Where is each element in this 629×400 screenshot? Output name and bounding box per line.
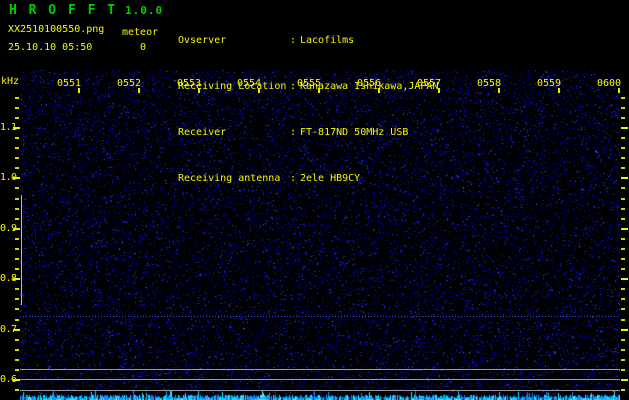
freq-tick-minor bbox=[15, 167, 19, 169]
freq-tick-major bbox=[621, 127, 628, 129]
freq-tick-minor bbox=[15, 369, 19, 371]
info-row-receiver: Receiver: FT-817ND 50MHz USB bbox=[178, 125, 438, 140]
freq-tick-major bbox=[621, 177, 628, 179]
freq-tick-minor bbox=[621, 369, 625, 371]
time-tick bbox=[258, 88, 260, 93]
freq-tick-minor bbox=[15, 389, 19, 391]
freq-tick-minor bbox=[15, 248, 19, 250]
freq-label: 0.7 bbox=[0, 324, 17, 335]
output-file-name: XX2510100550.png bbox=[8, 24, 105, 35]
freq-label: 1.1 bbox=[0, 122, 17, 133]
mode-label: meteor bbox=[122, 27, 159, 38]
freq-tick-minor bbox=[15, 208, 19, 210]
freq-tick-minor bbox=[15, 359, 19, 361]
freq-tick-minor bbox=[621, 157, 625, 159]
freq-label: 0.9 bbox=[0, 223, 17, 234]
time-tick bbox=[378, 88, 380, 93]
freq-tick-minor bbox=[15, 147, 19, 149]
freq-tick-minor bbox=[621, 349, 625, 351]
freq-tick-minor bbox=[15, 117, 19, 119]
freq-tick-minor bbox=[15, 268, 19, 270]
station-info: Ovserver: Lacofilms Receiving Location: Ka… bbox=[178, 2, 438, 218]
freq-tick-minor bbox=[15, 349, 19, 351]
freq-tick-minor bbox=[621, 319, 625, 321]
freq-tick-minor bbox=[621, 107, 625, 109]
freq-tick-minor bbox=[15, 298, 19, 300]
freq-tick-major bbox=[621, 278, 628, 280]
info-label: Receiver bbox=[178, 127, 227, 139]
freq-label: 1.0 bbox=[0, 172, 17, 183]
freq-tick-minor bbox=[15, 97, 19, 99]
freq-tick-minor bbox=[621, 298, 625, 300]
freq-tick-minor bbox=[621, 339, 625, 341]
info-row-antenna: Receiving antenna:2ele HB9CY bbox=[178, 171, 438, 186]
time-tick bbox=[138, 88, 140, 93]
info-separator: : bbox=[290, 127, 297, 139]
time-tick bbox=[318, 88, 320, 93]
freq-tick-minor bbox=[621, 167, 625, 169]
freq-label: 0.6 bbox=[0, 374, 17, 385]
freq-tick-minor bbox=[621, 97, 625, 99]
freq-axis-unit: kHz bbox=[1, 76, 20, 87]
faint-carrier-line-0.73khz bbox=[20, 316, 620, 317]
app-title: H R O F F T bbox=[9, 3, 118, 18]
vertical-artifact-line bbox=[21, 195, 22, 305]
freq-tick-major bbox=[621, 329, 628, 331]
carrier-line-0.58khz bbox=[20, 390, 620, 391]
freq-tick-major bbox=[621, 228, 628, 230]
freq-tick-minor bbox=[621, 137, 625, 139]
meteor-count: 0 bbox=[140, 42, 147, 53]
freq-tick-minor bbox=[15, 288, 19, 290]
info-value: 2ele HB9CY bbox=[300, 173, 361, 185]
time-tick bbox=[438, 88, 440, 93]
time-tick bbox=[618, 88, 620, 93]
carrier-line-0.60khz bbox=[20, 379, 620, 380]
freq-tick-minor bbox=[621, 248, 625, 250]
info-separator: : bbox=[290, 34, 297, 46]
freq-tick-minor bbox=[621, 389, 625, 391]
time-tick bbox=[78, 88, 80, 93]
freq-tick-minor bbox=[15, 258, 19, 260]
freq-tick-minor bbox=[621, 147, 625, 149]
freq-tick-minor bbox=[621, 218, 625, 220]
freq-tick-minor bbox=[15, 238, 19, 240]
freq-tick-minor bbox=[15, 157, 19, 159]
freq-tick-minor bbox=[15, 198, 19, 200]
freq-tick-minor bbox=[621, 258, 625, 260]
freq-tick-minor bbox=[621, 187, 625, 189]
app-version: 1.0.0 bbox=[125, 4, 164, 17]
capture-datetime: 25.10.10 05:50 bbox=[8, 42, 93, 53]
freq-tick-minor bbox=[621, 238, 625, 240]
freq-label: 0.8 bbox=[0, 273, 17, 284]
hrofft-screen: H R O F F T 1.0.0 XX2510100550.png meteo… bbox=[0, 0, 629, 400]
carrier-line-0.62khz bbox=[20, 369, 620, 370]
freq-tick-minor bbox=[621, 208, 625, 210]
freq-tick-minor bbox=[15, 308, 19, 310]
freq-tick-minor bbox=[621, 288, 625, 290]
freq-tick-minor bbox=[15, 339, 19, 341]
info-label: Receiving antenna bbox=[178, 173, 281, 185]
info-separator: : bbox=[290, 173, 297, 185]
freq-tick-minor bbox=[15, 137, 19, 139]
freq-tick-major bbox=[621, 379, 628, 381]
freq-tick-minor bbox=[15, 218, 19, 220]
freq-tick-minor bbox=[621, 268, 625, 270]
info-value: Lacofilms bbox=[300, 34, 355, 46]
time-tick bbox=[498, 88, 500, 93]
freq-tick-minor bbox=[621, 198, 625, 200]
freq-tick-minor bbox=[621, 308, 625, 310]
freq-tick-minor bbox=[621, 359, 625, 361]
time-tick bbox=[198, 88, 200, 93]
info-row-observer: Ovserver: Lacofilms bbox=[178, 33, 438, 48]
freq-tick-minor bbox=[15, 319, 19, 321]
freq-tick-minor bbox=[15, 107, 19, 109]
freq-tick-minor bbox=[15, 187, 19, 189]
time-tick bbox=[558, 88, 560, 93]
info-label: Ovserver bbox=[178, 34, 227, 46]
freq-tick-minor bbox=[621, 117, 625, 119]
info-value: FT-817ND 50MHz USB bbox=[300, 127, 409, 139]
